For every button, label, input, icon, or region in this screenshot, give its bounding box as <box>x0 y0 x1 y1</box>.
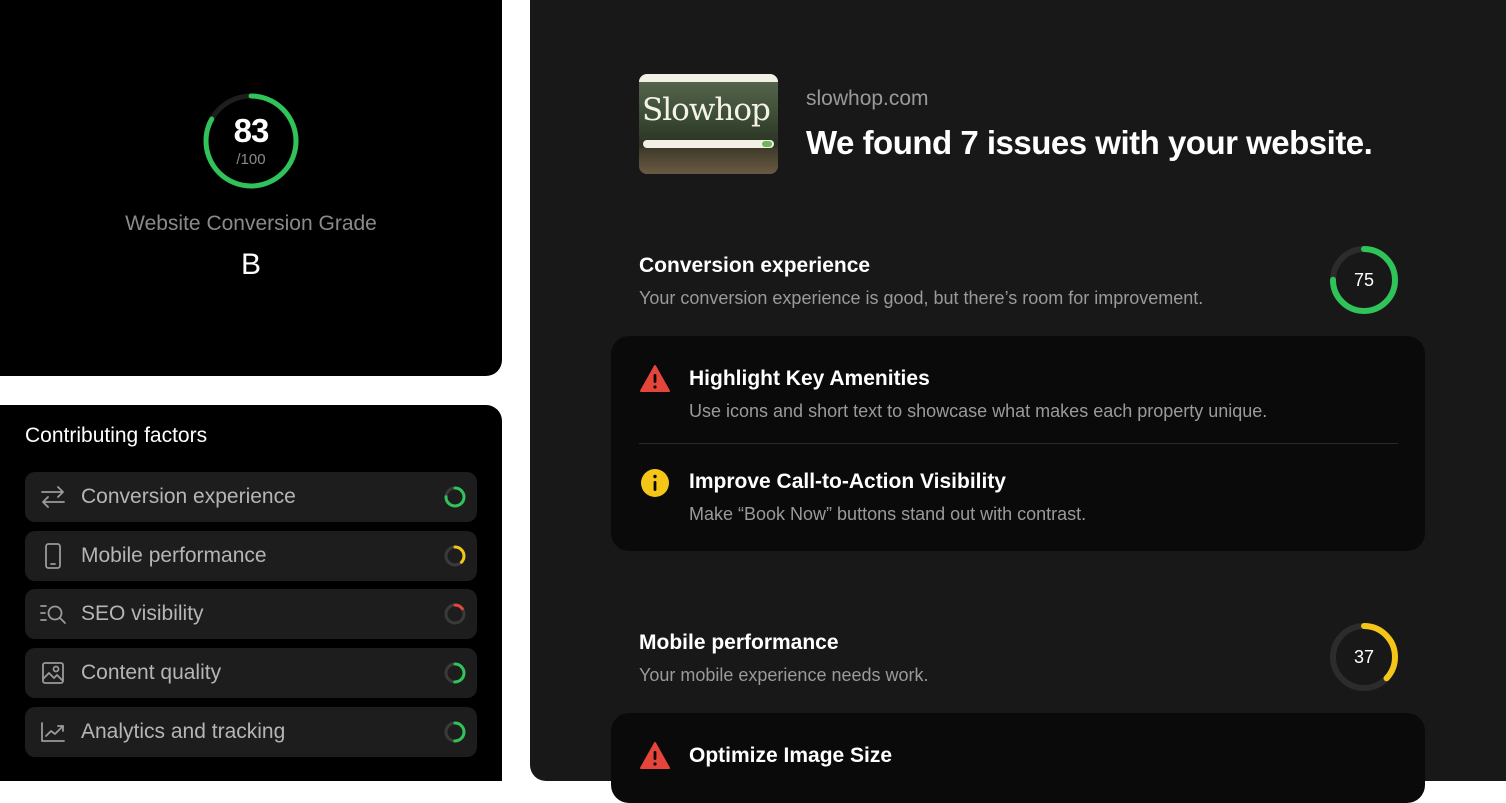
issue-title: Highlight Key Amenities <box>689 367 930 390</box>
section-title: Mobile performance <box>639 631 839 654</box>
score-max: /100 <box>236 151 266 168</box>
factor-score-ring <box>444 721 466 743</box>
factors-title: Contributing factors <box>25 424 208 447</box>
section-score-ring: 75 <box>1329 245 1399 315</box>
factor-score-ring <box>444 603 466 625</box>
issue-title: Optimize Image Size <box>689 744 893 767</box>
thumbnail-logo: Slowhop <box>642 92 771 128</box>
arrows-swap-icon <box>25 472 81 522</box>
factor-score-ring <box>444 486 466 508</box>
section-score: 37 <box>1353 646 1375 667</box>
mobile-icon <box>25 531 81 581</box>
section-score: 75 <box>1353 269 1375 290</box>
factor-score-ring <box>444 545 466 567</box>
warning-icon <box>639 363 671 395</box>
factor-label: Analytics and tracking <box>81 720 286 743</box>
section-description: Your mobile experience needs work. <box>639 665 929 685</box>
grade-letter: B <box>240 248 261 281</box>
factor-conversion-experience[interactable]: Conversion experience <box>25 472 477 522</box>
issue-description: Use icons and short text to showcase wha… <box>689 401 1268 421</box>
issue-title: Improve Call-to-Action Visibility <box>689 470 1006 493</box>
score-value: 83 <box>233 112 270 149</box>
grade-label: Website Conversion Grade <box>125 212 377 235</box>
image-icon <box>25 648 81 698</box>
factor-label: Mobile performance <box>81 544 267 567</box>
section-score-ring: 37 <box>1329 622 1399 692</box>
report-headline: We found 7 issues with your website. <box>806 124 1373 161</box>
site-domain: slowhop.com <box>806 87 929 110</box>
factor-content-quality[interactable]: Content quality <box>25 648 477 698</box>
issues-list: Optimize Image Size <box>611 713 1425 803</box>
thumbnail-navbar <box>639 74 778 82</box>
factor-label: SEO visibility <box>81 602 204 625</box>
thumbnail-scenery <box>639 148 778 174</box>
issues-list: Highlight Key Amenities Use icons and sh… <box>611 336 1425 551</box>
thumbnail-search-bar <box>643 140 774 148</box>
score-ring: 83 /100 <box>201 91 301 191</box>
issue-description: Make “Book Now” buttons stand out with c… <box>689 504 1087 524</box>
chart-trend-icon <box>25 707 81 757</box>
factor-seo-visibility[interactable]: SEO visibility <box>25 589 477 639</box>
factor-score-ring <box>444 662 466 684</box>
section-title: Conversion experience <box>639 254 871 277</box>
factor-analytics-and-tracking[interactable]: Analytics and tracking <box>25 707 477 757</box>
section-description: Your conversion experience is good, but … <box>639 288 1204 308</box>
factor-label: Content quality <box>81 661 222 684</box>
warning-icon <box>639 740 671 772</box>
search-list-icon <box>25 589 81 639</box>
factor-mobile-performance[interactable]: Mobile performance <box>25 531 477 581</box>
factor-label: Conversion experience <box>81 485 296 508</box>
info-icon <box>639 467 671 499</box>
divider <box>639 443 1398 444</box>
website-thumbnail[interactable]: Slowhop <box>639 74 778 174</box>
